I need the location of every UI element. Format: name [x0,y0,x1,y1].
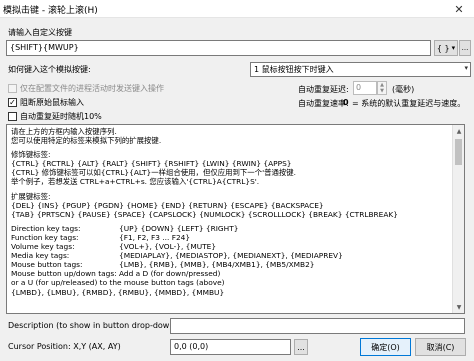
ok-button[interactable]: 确定(O) [360,338,411,356]
cursor-position-input[interactable]: 0,0 (0,0) [170,339,291,355]
cursor-pick-button[interactable]: ... [294,339,308,355]
extra-options-button[interactable]: ... [459,40,471,56]
tag-row: Mouse button up/down tags: Add a D (for … [11,269,221,279]
chevron-down-icon: ▾ [451,44,456,52]
repeat-delay-unit: (毫秒) [392,85,415,94]
repeat-delay-input[interactable]: 0 [353,81,377,95]
repeat-delay-spinner[interactable]: ▲ ▼ [377,81,387,95]
send-when-active-label: 仅在配置文件的进程活动时发送键入操作 [20,84,164,93]
tag-row: Mouse button tags: {LMB}, {RMB}, {MMB}, {… [11,260,315,270]
scroll-thumb[interactable] [455,139,462,165]
input-mode-value: 1 鼠标按钮按下时键入 [254,65,334,74]
tag-row: Direction key tags: {UP} {DOWN} {LEFT} {R… [11,223,239,233]
block-original-checkbox[interactable]: ✓ [8,98,17,107]
cancel-button[interactable]: 取消(C) [415,338,466,356]
modifier-example: 举个例子，若想发送 CTRL+a+CTRL+s. 您应该输入'{CTRL}A{C… [11,177,260,187]
extended-tags: {DEL} {INS} {PGUP} {PGDN} {HOME} {END} {… [11,200,324,210]
repeat-rate-value: 0 [343,98,349,107]
block-original-label: 阻断原始鼠标输入 [20,98,84,107]
help-line: 请在上方的方框内输入按键序列. [11,127,117,136]
spin-down-icon[interactable]: ▼ [380,88,384,94]
help-line: {LMBD}, {LMBU}, {RMBD}, {RMBU}, {MMBD}, … [11,287,225,297]
help-scrollbar[interactable]: ▲ ▼ [452,125,464,313]
random-delay-label: 自动重复延时随机10% [20,112,102,121]
check-icon: ✓ [9,97,16,107]
repeat-delay-label: 自动重复延迟: [298,85,349,94]
scroll-down-icon[interactable]: ▼ [453,301,464,313]
close-button[interactable]: ✕ [444,0,474,18]
repeat-rate-label: 自动重复速率: [298,99,349,108]
input-mode-select[interactable]: 1 鼠标按钮按下时键入 ▾ [250,62,471,77]
random-delay-checkbox[interactable] [8,112,17,121]
tag-row: Media key tags: {MEDIAPLAY}, {MEDIASTOP},… [11,251,343,261]
window-title: 模拟击键 - 滚轮上滚(H) [3,6,98,16]
keys-label: 请输入自定义按键 [8,28,72,37]
help-text-box[interactable]: 请在上方的方框内输入按键序列. 您可以使用特定的标签来模拟下列的扩展按键. 修饰… [6,124,465,314]
extended-title: 扩展键标签: [11,191,51,201]
modifier-note: {CTRL} 修饰键标签可以如{CTRL}{ALT}一样组合使用，但仅应用到下一… [11,168,297,178]
extended-tags: {TAB} {PRTSCN} {PAUSE} {SPACE} {CAPSLOCK… [11,209,398,219]
modifier-title: 修饰键标签: [11,150,51,160]
insert-tag-button[interactable]: { } ▾ [434,40,458,56]
help-line: 您可以使用特定的标签来模拟下列的扩展按键. [11,136,162,146]
description-input[interactable] [170,318,465,334]
help-line: or a U (for up/released) to the mouse bu… [11,278,225,288]
modifier-tags: {CTRL} {RCTRL} {ALT} {RALT} {SHIFT} {RSH… [11,159,292,169]
tag-row: Volume key tags: {VOL+}, {VOL-}, {MUTE} [11,242,217,252]
repeat-rate-note: = 系统的默认重复延迟与速度。 [352,99,466,108]
input-mode-label: 如何键入这个模拟按键: [8,65,91,74]
tag-row: Function key tags: {F1, F2, F3 ... F24} [11,232,191,242]
scroll-up-icon[interactable]: ▲ [453,125,464,137]
chevron-down-icon: ▾ [464,64,468,72]
insert-tag-label: { } [436,43,450,53]
title-bar: 模拟击键 - 滚轮上滚(H) ✕ [0,0,474,18]
send-when-active-checkbox[interactable] [8,84,17,93]
key-sequence-input[interactable]: {SHIFT}{MWUP} [6,40,431,56]
cursor-position-label: Cursor Position: X,Y (AX, AY) [8,342,121,351]
help-text: 请在上方的方框内输入按键序列. 您可以使用特定的标签来模拟下列的扩展按键. 修饰… [11,127,451,297]
description-label: Description (to show in button drop-down… [8,321,178,330]
